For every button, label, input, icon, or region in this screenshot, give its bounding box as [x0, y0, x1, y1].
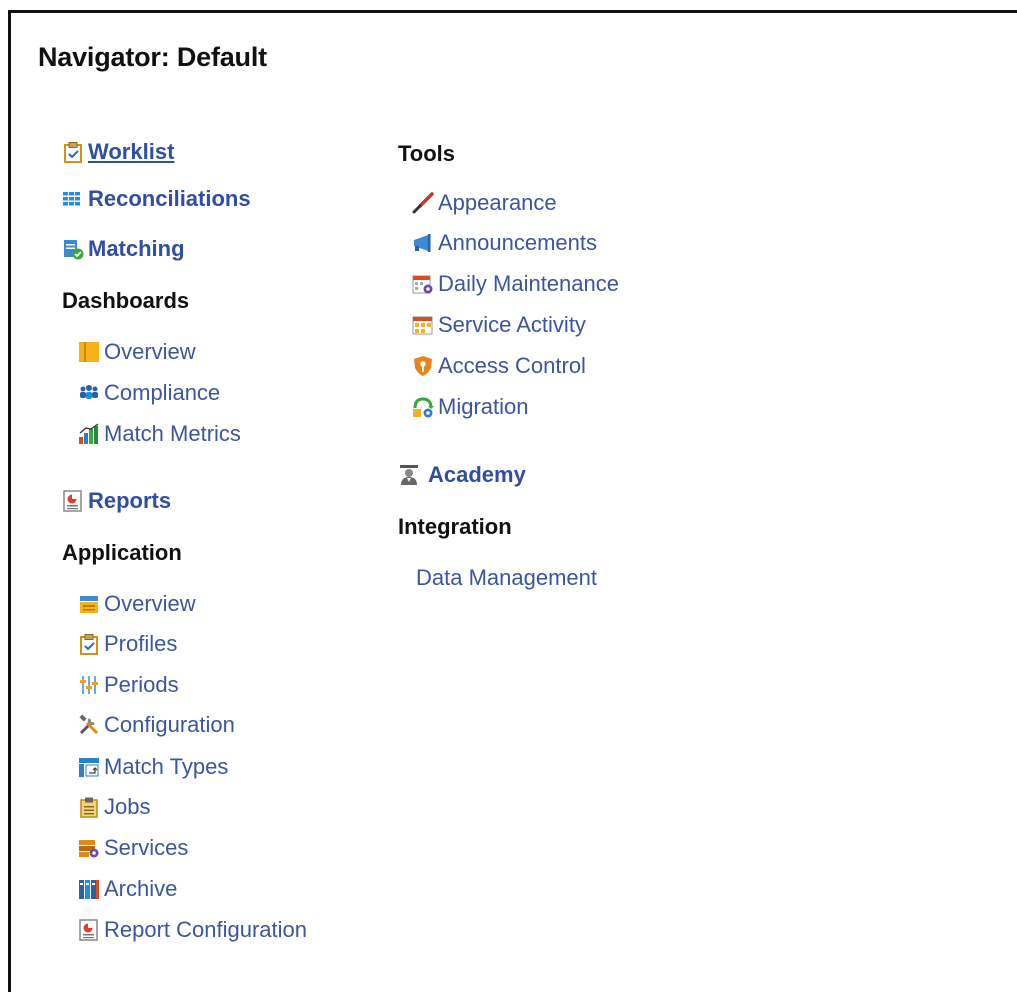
- clipboard-check-icon: [78, 633, 100, 655]
- nav-reports-link[interactable]: Reports: [62, 488, 171, 514]
- academy-label: Academy: [428, 462, 526, 487]
- nav-profiles-link[interactable]: Profiles: [78, 631, 177, 657]
- bar-chart-icon: [78, 423, 100, 445]
- reconciliations-label: Reconciliations: [88, 186, 251, 211]
- periods-label: Periods: [104, 672, 179, 697]
- service-activity-label: Service Activity: [438, 312, 586, 337]
- page-title: Navigator: Default: [38, 42, 267, 72]
- sliders-icon: [78, 674, 100, 696]
- calendar-gear-icon: [412, 273, 434, 295]
- announcements-label: Announcements: [438, 230, 597, 255]
- nav-appearance-link[interactable]: Appearance: [412, 190, 557, 216]
- clipboard-icon: [78, 796, 100, 818]
- migration-label: Migration: [438, 394, 529, 419]
- data-management-label: Data Management: [416, 565, 597, 590]
- app-overview-label: Overview: [104, 591, 196, 616]
- megaphone-icon: [412, 232, 434, 254]
- compliance-label: Compliance: [104, 380, 221, 405]
- inbox-icon: [78, 593, 100, 615]
- migration-icon: [412, 396, 434, 418]
- nav-daily-maintenance-link[interactable]: Daily Maintenance: [412, 271, 619, 297]
- people-icon: [78, 382, 100, 404]
- daily-maintenance-label: Daily Maintenance: [438, 271, 619, 296]
- nav-periods-link[interactable]: Periods: [78, 672, 179, 698]
- binders-icon: [78, 878, 100, 900]
- calendar-grid-icon: [412, 314, 434, 336]
- nav-report-configuration-link[interactable]: Report Configuration: [78, 917, 307, 943]
- shield-key-icon: [412, 355, 434, 377]
- nav-migration-link[interactable]: Migration: [412, 394, 528, 420]
- configuration-label: Configuration: [104, 712, 235, 737]
- nav-app-overview-link[interactable]: Overview: [78, 591, 196, 617]
- panel-icon: [78, 341, 100, 363]
- nav-configuration-link[interactable]: Configuration: [78, 712, 235, 738]
- nav-matching-link[interactable]: Matching: [62, 236, 185, 262]
- reports-label: Reports: [88, 488, 172, 513]
- nav-dashboard-overview-link[interactable]: Overview: [78, 339, 196, 365]
- archive-label: Archive: [104, 876, 178, 901]
- tools-icon: [78, 714, 100, 736]
- report-configuration-label: Report Configuration: [104, 917, 308, 942]
- document-check-icon: [62, 238, 84, 260]
- worklist-label: Worklist: [88, 139, 175, 164]
- matching-label: Matching: [88, 236, 185, 261]
- nav-services-link[interactable]: Services: [78, 835, 188, 861]
- access-control-label: Access Control: [438, 353, 586, 378]
- nav-archive-link[interactable]: Archive: [78, 876, 177, 902]
- services-label: Services: [104, 835, 189, 860]
- nav-match-metrics-link[interactable]: Match Metrics: [78, 421, 241, 447]
- nav-compliance-link[interactable]: Compliance: [78, 380, 220, 406]
- graduation-icon: [398, 464, 420, 486]
- integration-heading: Integration: [398, 514, 512, 539]
- tools-heading: Tools: [398, 141, 456, 166]
- server-gear-icon: [78, 837, 100, 859]
- nav-academy-link[interactable]: Academy: [398, 462, 526, 488]
- match-metrics-label: Match Metrics: [104, 421, 241, 446]
- report-icon: [78, 919, 100, 941]
- dashboards-heading: Dashboards: [62, 288, 190, 313]
- nav-worklist-link[interactable]: Worklist: [62, 139, 174, 165]
- nav-service-activity-link[interactable]: Service Activity: [412, 312, 586, 338]
- nav-announcements-link[interactable]: Announcements: [412, 230, 597, 256]
- match-types-label: Match Types: [104, 754, 229, 779]
- matrix-icon: [78, 756, 100, 778]
- brush-icon: [412, 192, 434, 214]
- grid-icon: [62, 188, 84, 210]
- profiles-label: Profiles: [104, 631, 178, 656]
- dashboard-overview-label: Overview: [104, 339, 196, 364]
- nav-data-management-link[interactable]: Data Management: [416, 565, 597, 591]
- nav-reconciliations-link[interactable]: Reconciliations: [62, 186, 251, 212]
- nav-jobs-link[interactable]: Jobs: [78, 794, 150, 820]
- application-heading: Application: [62, 540, 182, 565]
- nav-access-control-link[interactable]: Access Control: [412, 353, 586, 379]
- jobs-label: Jobs: [104, 794, 151, 819]
- clipboard-check-icon: [62, 141, 84, 163]
- appearance-label: Appearance: [438, 190, 557, 215]
- report-icon: [62, 490, 84, 512]
- nav-match-types-link[interactable]: Match Types: [78, 754, 228, 780]
